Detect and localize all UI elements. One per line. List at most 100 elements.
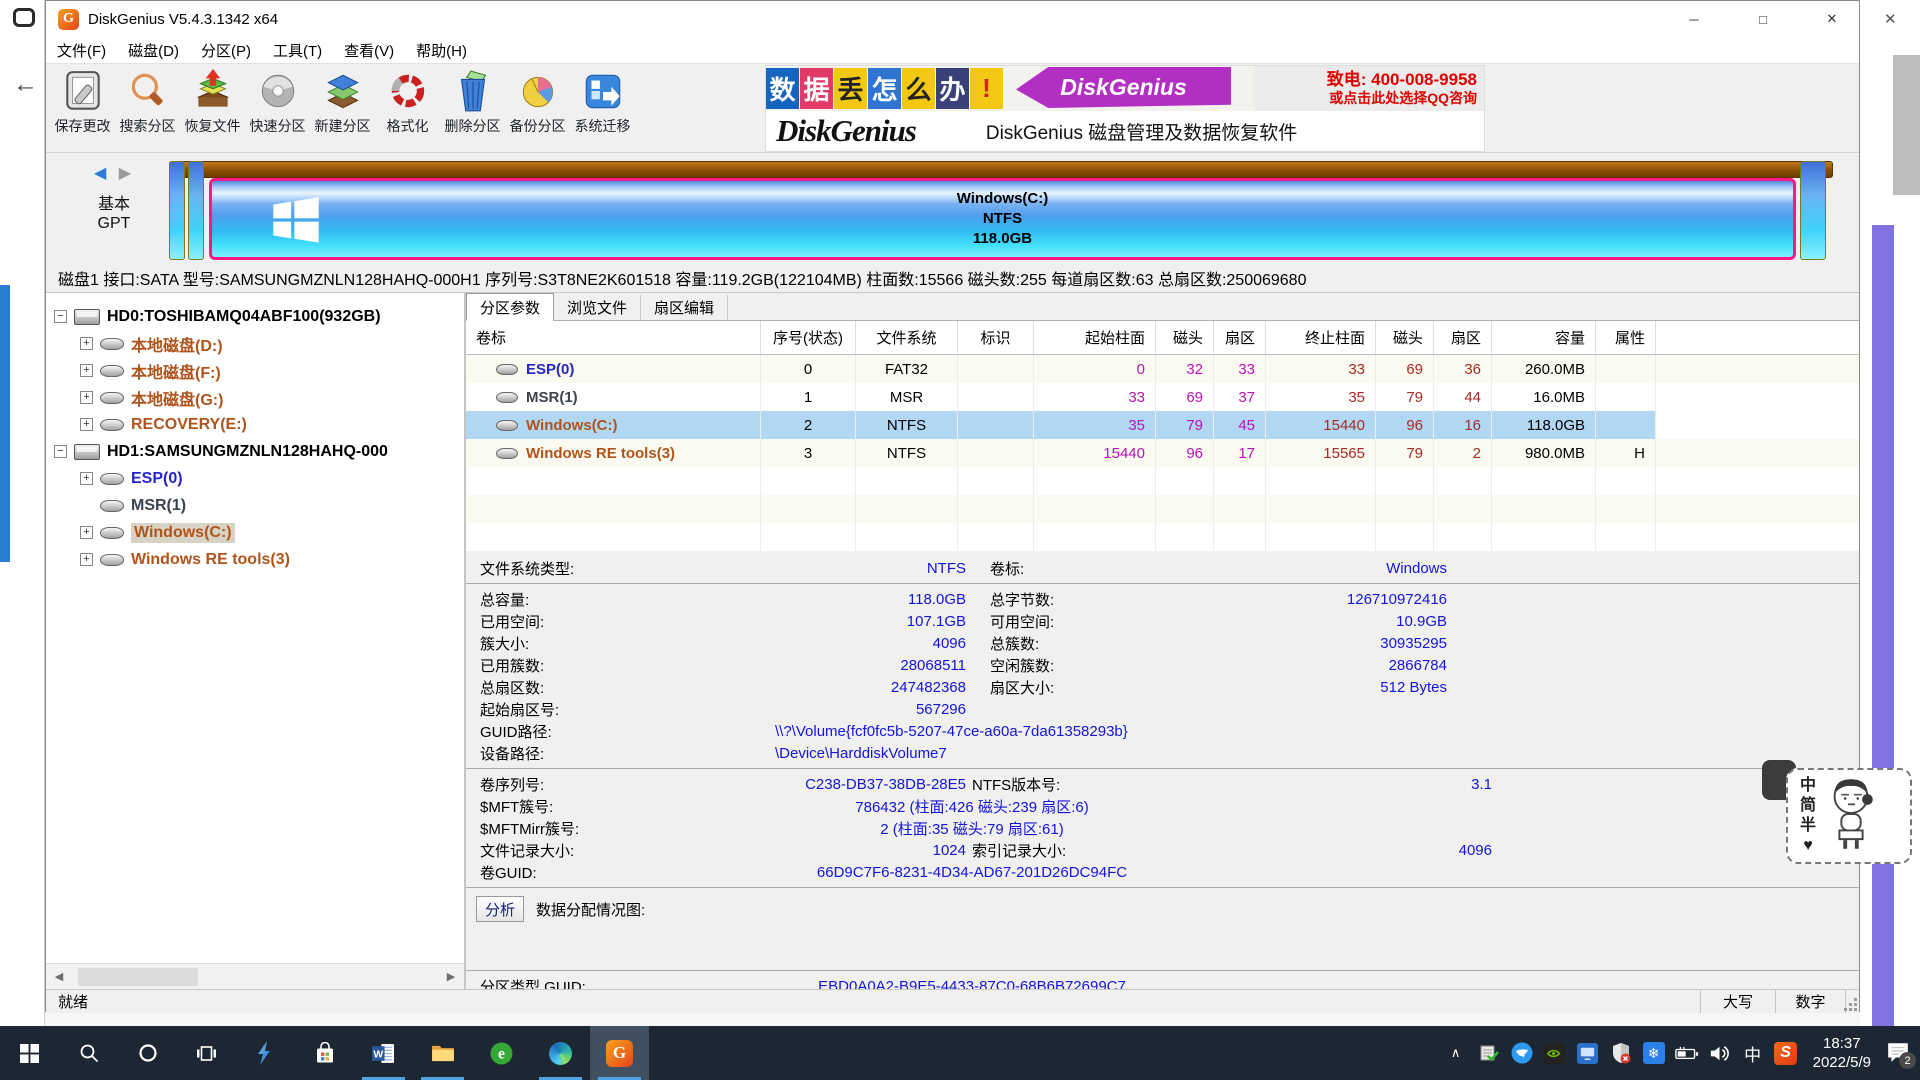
tree-item-recovery-e[interactable]: + RECOVERY(E:) — [46, 411, 464, 438]
tray-expand-chevron[interactable]: ∧ — [1444, 1041, 1468, 1065]
table-row-winre[interactable]: Windows RE tools(3) 3 NTFS 15440 96 17 1… — [466, 439, 1859, 467]
menu-tools[interactable]: 工具(T) — [262, 40, 333, 61]
expand-toggle[interactable]: + — [80, 364, 93, 377]
tree-item-local-g[interactable]: + 本地磁盘(G:) — [46, 384, 464, 411]
file-explorer-button[interactable] — [413, 1026, 472, 1080]
table-row-esp[interactable]: ESP(0) 0 FAT32 0 32 33 33 69 36 260.0MB — [466, 355, 1859, 383]
partition-bar-msr[interactable] — [188, 161, 204, 260]
ad-contact[interactable]: 致电: 400-008-9958 或点击此处选择QQ咨询 — [1254, 66, 1484, 111]
menu-partition[interactable]: 分区(P) — [190, 40, 262, 61]
background-close-icon[interactable]: ✕ — [1884, 10, 1897, 28]
intel-graphics-icon[interactable] — [1576, 1041, 1600, 1065]
expand-toggle[interactable]: + — [80, 337, 93, 350]
partition-bar-winre[interactable] — [1800, 161, 1826, 260]
tab-sector-edit[interactable]: 扇区编辑 — [641, 295, 728, 320]
diskgenius-taskbar-button[interactable]: G — [590, 1026, 649, 1080]
resize-grip[interactable] — [1845, 990, 1859, 1013]
volume-icon[interactable] — [1708, 1041, 1732, 1065]
tree-item-local-d[interactable]: + 本地磁盘(D:) — [46, 330, 464, 357]
tree-horizontal-scrollbar[interactable]: ◀ ▶ — [46, 963, 464, 989]
tree-item-local-f[interactable]: + 本地磁盘(F:) — [46, 357, 464, 384]
delete-partition-button[interactable]: 删除分区 — [440, 64, 505, 152]
menu-file[interactable]: 文件(F) — [46, 40, 117, 61]
column-header-end-head[interactable]: 磁头 — [1376, 321, 1434, 354]
analyze-button[interactable]: 分析 — [476, 896, 524, 922]
new-partition-button[interactable]: 新建分区 — [310, 64, 375, 152]
column-header-tag[interactable]: 标识 — [958, 321, 1034, 354]
ad-banner[interactable]: 数 据 丢 怎 么 办 ! DiskGenius 致电: 400-008-995… — [766, 66, 1484, 151]
scroll-right-arrow-icon[interactable]: ▶ — [438, 964, 464, 990]
tree-item-esp[interactable]: + ESP(0) — [46, 465, 464, 492]
ime-indicator[interactable]: 中 — [1741, 1041, 1765, 1065]
ad-ribbon: DiskGenius — [1016, 67, 1231, 108]
column-header-start-head[interactable]: 磁头 — [1156, 321, 1214, 354]
snowflake-icon[interactable]: ❄ — [1642, 1041, 1666, 1065]
format-button[interactable]: 格式化 — [375, 64, 440, 152]
word-button[interactable]: W — [354, 1026, 413, 1080]
expand-toggle[interactable]: + — [80, 391, 93, 404]
expand-toggle[interactable]: + — [80, 472, 93, 485]
security-shield-icon[interactable] — [1609, 1041, 1633, 1065]
system-migration-button[interactable]: 系统迁移 — [570, 64, 635, 152]
taskbar-clock[interactable]: 18:37 2022/5/9 — [1813, 1034, 1871, 1072]
save-changes-button[interactable]: 保存更改 — [50, 64, 115, 152]
menu-help[interactable]: 帮助(H) — [405, 40, 478, 61]
ad-qq-link[interactable]: 或点击此处选择QQ咨询 — [1329, 90, 1477, 107]
partition-bar-esp[interactable] — [169, 161, 185, 260]
microsoft-store-button[interactable] — [295, 1026, 354, 1080]
start-button[interactable] — [0, 1026, 59, 1080]
column-header-start-cyl[interactable]: 起始柱面 — [1034, 321, 1156, 354]
nvidia-icon[interactable] — [1543, 1041, 1567, 1065]
ime-floating-widget[interactable]: 中 简 半 ♥ — [1786, 768, 1912, 864]
back-arrow-icon[interactable]: ← — [13, 70, 38, 99]
expand-toggle[interactable]: + — [80, 418, 93, 431]
prev-disk-arrow-icon[interactable]: ◀ — [94, 165, 106, 182]
dingtalk-icon[interactable] — [1510, 1041, 1534, 1065]
edge-button[interactable] — [531, 1026, 590, 1080]
battery-icon[interactable] — [1675, 1041, 1699, 1065]
maximize-button[interactable]: □ — [1740, 1, 1786, 37]
scroll-left-arrow-icon[interactable]: ◀ — [46, 964, 72, 990]
column-header-attr[interactable]: 属性 — [1596, 321, 1656, 354]
sector-size-value: 512 Bytes — [1190, 679, 1447, 696]
action-center-button[interactable]: 2 — [1886, 1040, 1912, 1066]
column-header-seq[interactable]: 序号(状态) — [761, 321, 856, 354]
tree-item-windows-c[interactable]: + Windows(C:) — [46, 519, 464, 546]
checklist-icon[interactable] — [1477, 1041, 1501, 1065]
quick-partition-button[interactable]: 快速分区 — [245, 64, 310, 152]
partition-bar-windows-c[interactable]: Windows(C:) NTFS 118.0GB — [209, 178, 1796, 260]
search-partition-button[interactable]: 搜索分区 — [115, 64, 180, 152]
menu-disk[interactable]: 磁盘(D) — [117, 40, 190, 61]
menu-view[interactable]: 查看(V) — [333, 40, 405, 61]
sogou-icon[interactable]: S — [1774, 1041, 1798, 1065]
backup-partition-button[interactable]: 备份分区 — [505, 64, 570, 152]
tab-browse-files[interactable]: 浏览文件 — [554, 295, 641, 320]
column-header-volume[interactable]: 卷标 — [466, 321, 761, 354]
column-header-end-cyl[interactable]: 终止柱面 — [1266, 321, 1376, 354]
close-button[interactable]: ✕ — [1809, 1, 1855, 37]
expand-toggle[interactable]: + — [80, 553, 93, 566]
tree-item-hd0[interactable]: − HD0:TOSHIBAMQ04ABF100(932GB) — [46, 303, 464, 330]
tree-item-hd1[interactable]: − HD1:SAMSUNGMZNLN128HAHQ-000 — [46, 438, 464, 465]
tab-partition-params[interactable]: 分区参数 — [466, 293, 554, 321]
collapse-toggle[interactable]: − — [54, 445, 67, 458]
task-view-button[interactable] — [177, 1026, 236, 1080]
cortana-button[interactable] — [118, 1026, 177, 1080]
column-header-end-sector[interactable]: 扇区 — [1434, 321, 1492, 354]
column-header-start-sector[interactable]: 扇区 — [1214, 321, 1266, 354]
column-header-capacity[interactable]: 容量 — [1492, 321, 1596, 354]
column-header-fs[interactable]: 文件系统 — [856, 321, 958, 354]
expand-toggle[interactable]: + — [80, 526, 93, 539]
recover-files-button[interactable]: 恢复文件 — [180, 64, 245, 152]
table-row-windows-c-selected[interactable]: Windows(C:) 2 NTFS 35 79 45 15440 96 16 … — [466, 411, 1859, 439]
green-browser-button[interactable]: e — [472, 1026, 531, 1080]
scrollbar-thumb[interactable] — [78, 968, 198, 986]
collapse-toggle[interactable]: − — [54, 310, 67, 323]
minimize-button[interactable]: ─ — [1671, 1, 1717, 37]
tree-item-winre[interactable]: + Windows RE tools(3) — [46, 546, 464, 573]
tree-item-msr[interactable]: MSR(1) — [46, 492, 464, 519]
next-disk-arrow-icon[interactable]: ▶ — [119, 165, 131, 182]
table-row-msr[interactable]: MSR(1) 1 MSR 33 69 37 35 79 44 16.0MB — [466, 383, 1859, 411]
taskbar-search-button[interactable] — [59, 1026, 118, 1080]
taskbar-app-flash[interactable] — [236, 1026, 295, 1080]
